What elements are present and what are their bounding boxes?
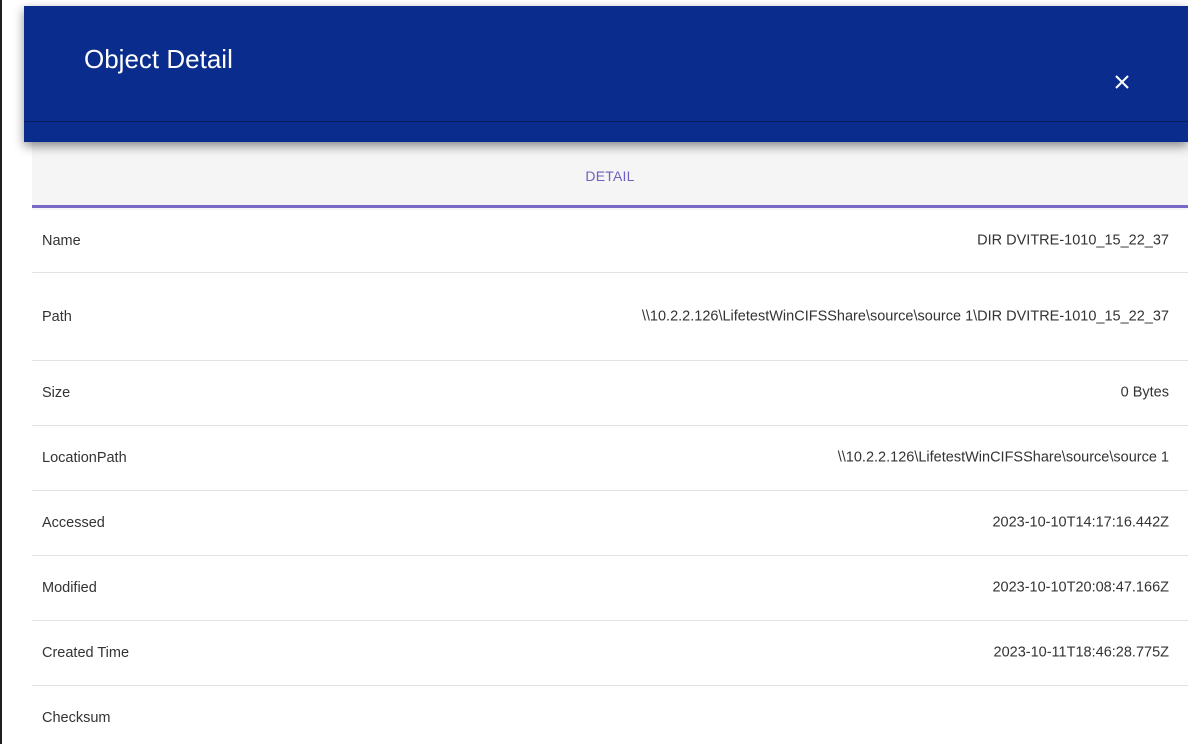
object-detail-dialog: Object Detail DETAIL Name DIR DVITRE-101… xyxy=(24,0,1188,744)
detail-label: Size xyxy=(42,385,71,401)
close-icon xyxy=(1115,75,1129,89)
detail-row-name: Name DIR DVITRE-1010_15_22_37 xyxy=(32,210,1188,273)
detail-row-modified: Modified 2023-10-10T20:08:47.166Z xyxy=(32,556,1188,621)
detail-list: Name DIR DVITRE-1010_15_22_37 Path \\10.… xyxy=(32,210,1188,750)
detail-value: 0 Bytes xyxy=(1120,384,1169,401)
dialog-title: Object Detail xyxy=(84,44,233,74)
detail-value: DIR DVITRE-1010_15_22_37 xyxy=(977,232,1169,249)
detail-value: 2023-10-10T20:08:47.166Z xyxy=(992,579,1169,596)
detail-row-accessed: Accessed 2023-10-10T14:17:16.442Z xyxy=(32,491,1188,556)
detail-label: LocationPath xyxy=(42,450,127,466)
window-edge xyxy=(0,0,2,744)
detail-row-locationpath: LocationPath \\10.2.2.126\LifetestWinCIF… xyxy=(32,426,1188,491)
detail-value: 2023-10-11T18:46:28.775Z xyxy=(993,644,1169,661)
tab-active-indicator xyxy=(32,205,1188,208)
tab-detail-label: DETAIL xyxy=(585,168,635,184)
detail-value: \\10.2.2.126\LifetestWinCIFSShare\source… xyxy=(641,308,1169,324)
tab-detail[interactable]: DETAIL xyxy=(32,142,1188,205)
detail-label: Accessed xyxy=(42,515,105,531)
detail-label: Modified xyxy=(42,580,97,596)
detail-row-path: Path \\10.2.2.126\LifetestWinCIFSShare\s… xyxy=(32,273,1188,361)
detail-label: Created Time xyxy=(42,645,130,661)
detail-label: Name xyxy=(42,233,81,249)
detail-value: 2023-10-10T14:17:16.442Z xyxy=(992,514,1169,531)
close-button[interactable] xyxy=(1104,64,1140,100)
detail-row-created-time: Created Time 2023-10-11T18:46:28.775Z xyxy=(32,621,1188,686)
detail-label: Path xyxy=(42,308,72,325)
detail-value: \\10.2.2.126\LifetestWinCIFSShare\source… xyxy=(837,449,1169,466)
tab-bar: DETAIL xyxy=(32,142,1188,210)
header-divider xyxy=(24,121,1188,122)
dialog-header: Object Detail xyxy=(24,6,1188,142)
detail-row-checksum: Checksum xyxy=(32,686,1188,750)
detail-row-size: Size 0 Bytes xyxy=(32,361,1188,426)
detail-label: Checksum xyxy=(42,710,111,726)
